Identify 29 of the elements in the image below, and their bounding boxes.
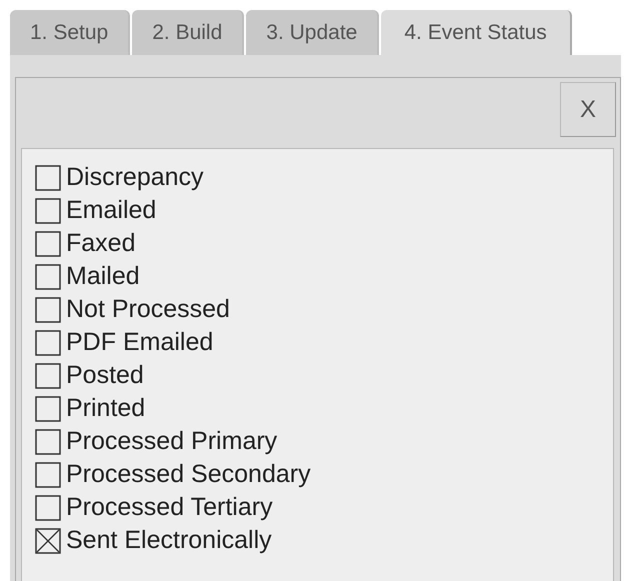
checkbox-label: Processed Secondary <box>66 460 311 489</box>
checkbox[interactable] <box>35 164 61 190</box>
checkbox[interactable] <box>35 330 61 356</box>
checkbox[interactable] <box>35 230 61 256</box>
checkbox-label: Printed <box>66 394 146 423</box>
close-button[interactable]: X <box>560 82 616 137</box>
checkbox-label: Posted <box>66 361 144 390</box>
checkbox-label: Emailed <box>66 196 156 225</box>
tab[interactable]: 2. Build <box>132 10 244 55</box>
checkbox-label: Not Processed <box>66 295 230 324</box>
checkbox-label: Processed Tertiary <box>66 493 273 522</box>
checkbox-label: Discrepancy <box>66 163 204 192</box>
checkbox-label: Mailed <box>66 262 140 291</box>
checkbox-label: PDF Emailed <box>66 328 214 357</box>
checkbox[interactable] <box>35 528 61 554</box>
checkbox[interactable] <box>35 264 61 290</box>
checkbox[interactable] <box>35 362 61 388</box>
checkbox[interactable] <box>35 494 61 520</box>
tab[interactable]: 1. Setup <box>10 10 130 55</box>
checkbox-label: Sent Electronically <box>66 526 272 555</box>
checkbox[interactable] <box>35 428 61 454</box>
tab[interactable]: 3. Update <box>246 10 380 55</box>
checkbox[interactable] <box>35 198 61 224</box>
checkbox[interactable] <box>35 296 61 322</box>
checkbox-label: Processed Primary <box>66 427 278 456</box>
tab[interactable]: 4. Event Status <box>381 10 572 55</box>
checkbox[interactable] <box>35 396 61 422</box>
checkbox[interactable] <box>35 462 61 488</box>
checkbox-label: Faxed <box>66 229 136 258</box>
